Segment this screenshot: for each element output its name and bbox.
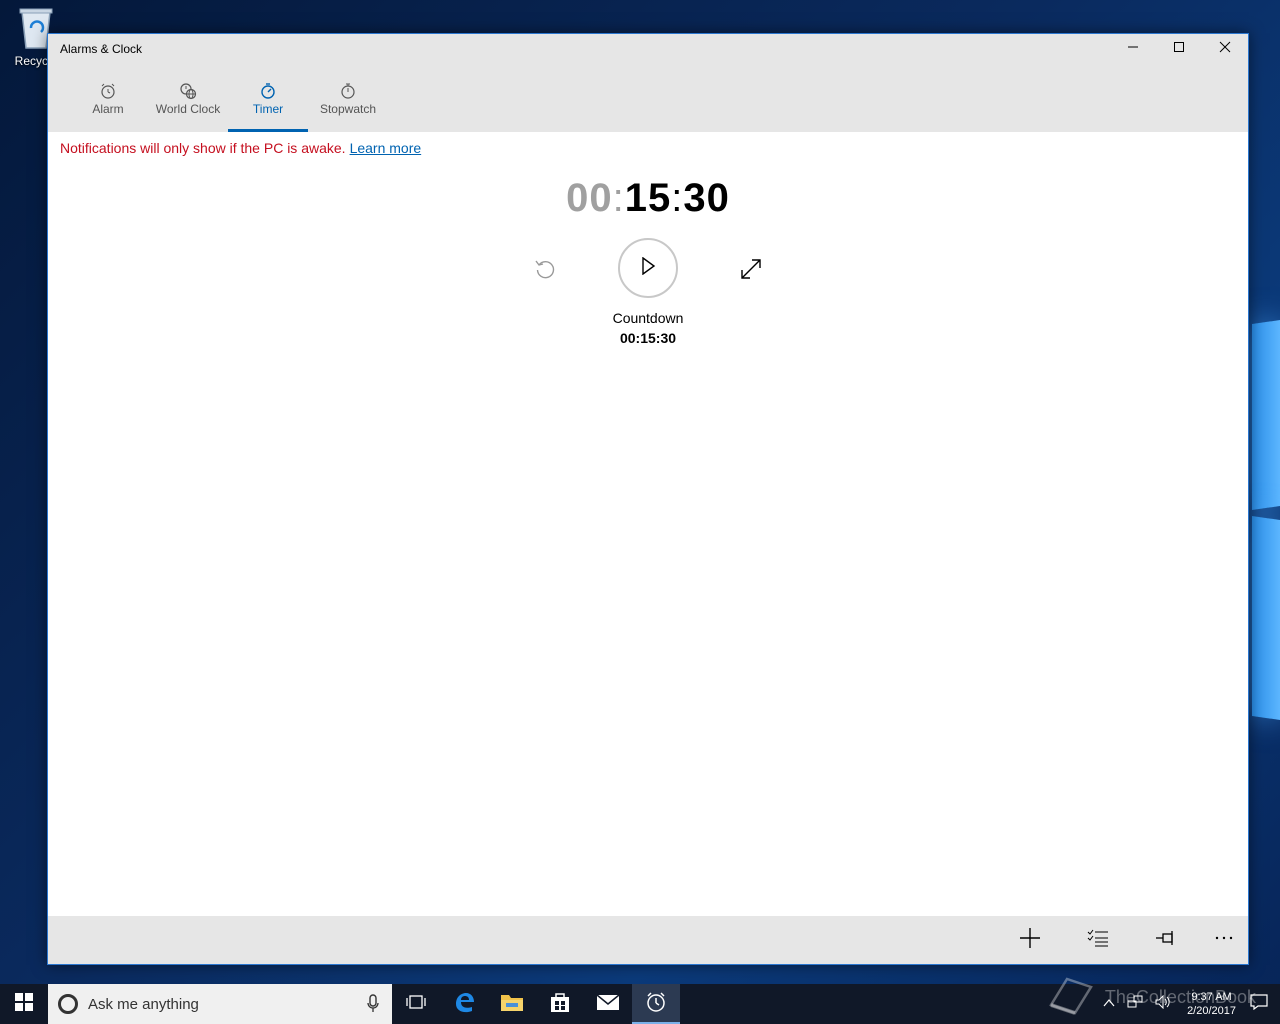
notice-text: Notifications will only show if the PC i…	[60, 140, 346, 156]
timer-separator-1: :	[612, 176, 625, 220]
file-explorer-button[interactable]	[488, 984, 536, 1024]
title-bar[interactable]: Alarms & Clock	[48, 34, 1248, 64]
timer-seconds: 30	[683, 176, 730, 220]
windows-logo-icon	[15, 992, 33, 1016]
tab-stopwatch[interactable]: Stopwatch	[308, 64, 388, 132]
timer-icon	[259, 82, 277, 100]
task-view-icon	[405, 993, 427, 1016]
cortana-icon	[58, 994, 78, 1014]
maximize-button[interactable]	[1156, 34, 1202, 64]
add-timer-button[interactable]	[1018, 927, 1042, 954]
maximize-icon	[1173, 40, 1185, 58]
edge-icon	[452, 990, 476, 1019]
edge-button[interactable]	[440, 984, 488, 1024]
add-icon	[1019, 927, 1041, 954]
more-button[interactable]	[1212, 928, 1236, 952]
mail-button[interactable]	[584, 984, 632, 1024]
play-button[interactable]	[618, 238, 678, 298]
start-button[interactable]	[0, 984, 48, 1024]
close-icon	[1219, 40, 1231, 58]
tab-alarm-label: Alarm	[92, 102, 124, 116]
network-icon[interactable]	[1127, 995, 1143, 1014]
timer-page: Notifications will only show if the PC i…	[48, 132, 1248, 916]
taskbar-clock[interactable]: 9:37 AM 2/20/2017	[1187, 990, 1236, 1018]
store-button[interactable]	[536, 984, 584, 1024]
tab-bar: Alarm World Clock Timer Stopwatch	[48, 64, 1248, 132]
pin-icon	[1155, 927, 1177, 954]
search-box[interactable]: Ask me anything	[48, 984, 392, 1024]
system-tray: 9:37 AM 2/20/2017	[1097, 984, 1280, 1024]
reset-icon	[532, 260, 558, 286]
tab-world-clock-label: World Clock	[155, 102, 221, 116]
alarm-clock-icon	[645, 991, 667, 1018]
alarms-clock-taskbar-button[interactable]	[632, 984, 680, 1024]
task-view-button[interactable]	[392, 984, 440, 1024]
more-icon	[1213, 927, 1235, 954]
tab-timer[interactable]: Timer	[228, 64, 308, 132]
timer-separator-2: :	[671, 176, 684, 220]
desktop-logo-pane-lower	[1252, 516, 1280, 720]
minimize-button[interactable]	[1110, 34, 1156, 64]
taskbar: Ask me anything 9:37 AM 2/20/2017	[0, 984, 1280, 1024]
timer-minutes: 15	[624, 176, 672, 220]
reset-button[interactable]	[532, 256, 558, 282]
minimize-icon	[1127, 40, 1139, 58]
command-bar	[48, 916, 1248, 964]
store-icon	[549, 991, 571, 1018]
tab-stopwatch-label: Stopwatch	[319, 102, 377, 116]
timer-display: 00:15:30	[48, 176, 1248, 221]
tab-alarm[interactable]: Alarm	[68, 64, 148, 132]
timer-name: Countdown	[612, 310, 684, 326]
world-clock-icon	[179, 82, 197, 100]
window-title: Alarms & Clock	[60, 42, 143, 56]
clock-time: 9:37 AM	[1191, 991, 1232, 1003]
timer-remaining: 00:15:30	[619, 330, 677, 346]
search-placeholder: Ask me anything	[88, 995, 199, 1013]
mail-icon	[596, 993, 620, 1016]
pin-button[interactable]	[1154, 928, 1178, 952]
select-list-icon	[1087, 927, 1109, 954]
awake-notice: Notifications will only show if the PC i…	[60, 140, 421, 156]
tab-world-clock[interactable]: World Clock	[148, 64, 228, 132]
caption-buttons	[1110, 34, 1248, 64]
alarms-clock-window: Alarms & Clock Alarm World Clock Timer S…	[47, 33, 1249, 965]
volume-icon[interactable]	[1155, 994, 1171, 1014]
expand-button[interactable]	[738, 256, 764, 282]
learn-more-link[interactable]: Learn more	[350, 140, 422, 156]
alarm-clock-icon	[99, 82, 117, 100]
desktop-logo-pane-upper	[1252, 320, 1280, 510]
stopwatch-icon	[339, 82, 357, 100]
play-icon	[640, 256, 656, 280]
microphone-icon[interactable]	[366, 994, 380, 1019]
expand-icon	[738, 259, 764, 286]
clock-date: 2/20/2017	[1187, 1005, 1236, 1017]
close-button[interactable]	[1202, 34, 1248, 64]
tab-timer-label: Timer	[252, 102, 284, 116]
chevron-up-icon[interactable]	[1103, 995, 1115, 1013]
timer-hours: 00	[566, 176, 613, 220]
select-button[interactable]	[1086, 928, 1110, 952]
action-center-icon[interactable]	[1250, 993, 1268, 1015]
folder-icon	[500, 992, 524, 1017]
timer-controls	[48, 238, 1248, 298]
